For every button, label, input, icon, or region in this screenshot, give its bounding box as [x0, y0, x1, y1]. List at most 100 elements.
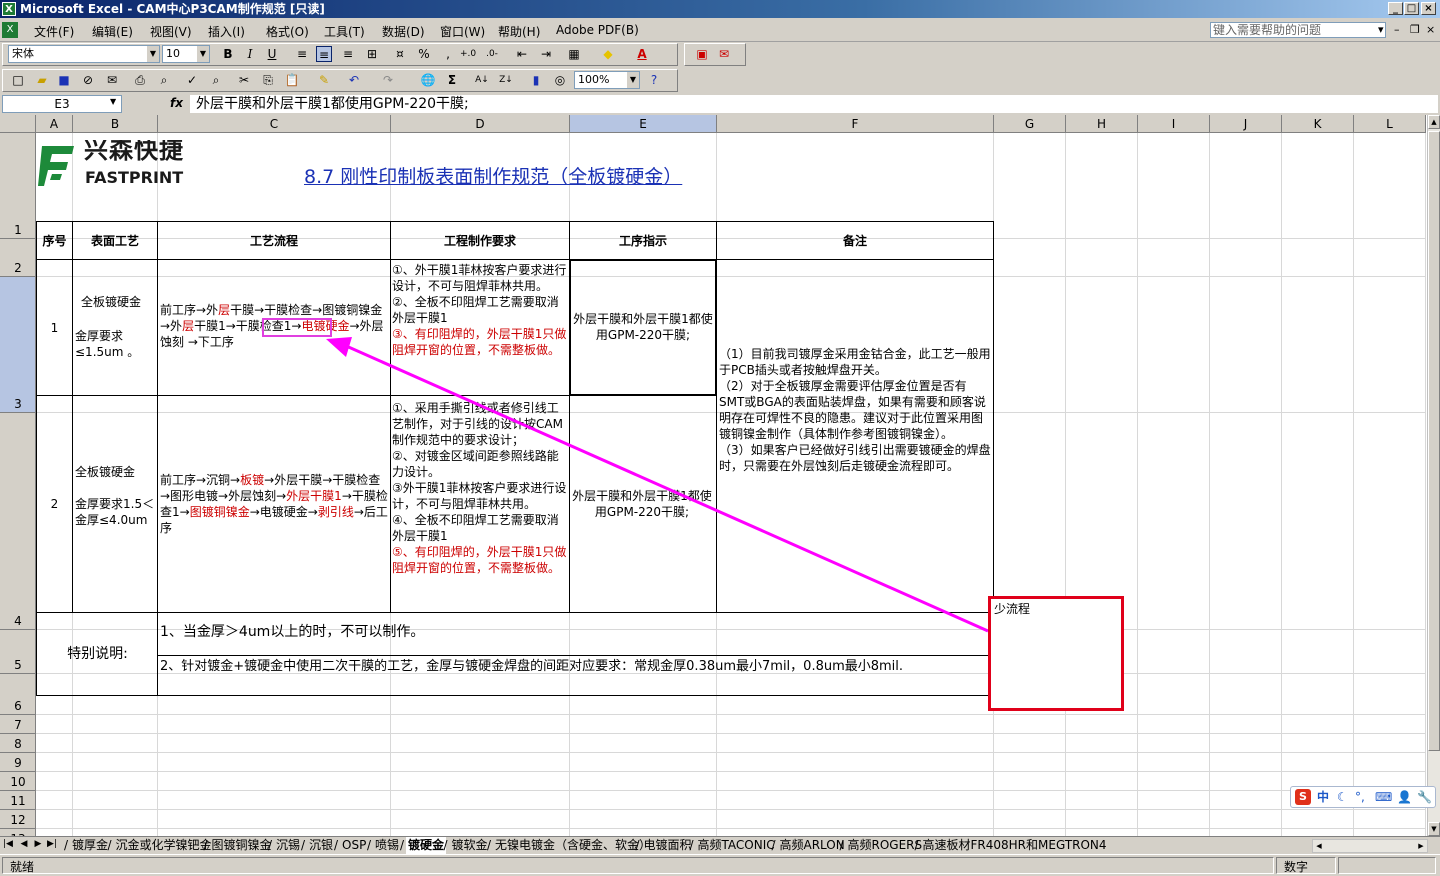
menu-help[interactable]: 帮助(H) — [498, 23, 540, 40]
menu-window[interactable]: 窗口(W) — [440, 23, 485, 40]
mdi-minimize-button[interactable]: – — [1394, 23, 1400, 36]
font-color-icon[interactable]: A — [634, 46, 650, 62]
mdi-close-button[interactable]: × — [1426, 23, 1435, 36]
font-name-dropdown-icon[interactable]: ▼ — [147, 46, 159, 62]
name-box[interactable]: E3 — [2, 95, 122, 113]
email-icon[interactable]: ✉ — [104, 72, 120, 88]
sheet-tab[interactable]: 高速板材FR408HR和MEGTRON4 — [921, 837, 1109, 854]
print-icon[interactable]: ⎙ — [132, 72, 148, 88]
help-icon[interactable]: ? — [646, 72, 662, 88]
sheet-tab[interactable]: 图镀铜镍金 — [210, 837, 274, 854]
autosum-icon[interactable]: Σ — [444, 72, 460, 88]
sheet-tab[interactable]: 无镍电镀金（含硬金、软金） — [493, 837, 653, 854]
align-right-icon[interactable]: ≡ — [340, 46, 356, 62]
sheet-tab[interactable]: 镀软金 — [450, 837, 490, 854]
sheet-tab[interactable]: 镀厚金 — [70, 837, 110, 854]
bold-icon[interactable]: B — [220, 46, 236, 62]
decrease-indent-icon[interactable]: ⇤ — [514, 46, 530, 62]
hyperlink-icon[interactable]: 🌐 — [420, 72, 436, 88]
menu-file[interactable]: 文件(F) — [34, 23, 74, 40]
paste-icon[interactable]: 📋 — [284, 72, 300, 88]
sheet-tab[interactable]: 沉锡 — [274, 837, 302, 854]
cut-icon[interactable]: ✂ — [236, 72, 252, 88]
moon-icon[interactable]: ☾ — [1337, 787, 1348, 807]
align-center-icon[interactable]: ≡ — [316, 46, 332, 62]
print-preview-icon[interactable]: ⌕ — [156, 72, 172, 88]
spelling-icon[interactable]: ✓ — [184, 72, 200, 88]
scroll-down-icon[interactable]: ▼ — [1428, 822, 1440, 836]
sheet-tab[interactable]: 沉金或化学镍钯金 — [114, 837, 214, 854]
horizontal-scrollbar[interactable]: ◀ ▶ — [1312, 839, 1428, 853]
menu-data[interactable]: 数据(D) — [382, 23, 425, 40]
name-box-dropdown-icon[interactable]: ▼ — [110, 97, 116, 106]
new-icon[interactable]: □ — [10, 72, 26, 88]
wrench-icon[interactable]: 🔧 — [1417, 787, 1432, 807]
italic-icon[interactable]: I — [242, 46, 258, 62]
keyboard-icon[interactable]: ⌨ — [1375, 787, 1392, 807]
menu-adobe-pdf[interactable]: Adobe PDF(B) — [556, 23, 639, 37]
increase-indent-icon[interactable]: ⇥ — [538, 46, 554, 62]
increase-decimal-icon[interactable]: +.0 — [460, 46, 476, 62]
menu-insert[interactable]: 插入(I) — [208, 23, 245, 40]
permission-icon[interactable]: ⊘ — [80, 72, 96, 88]
vertical-scrollbar[interactable]: ▲ ▼ — [1427, 115, 1440, 836]
pdf-email-icon[interactable]: ✉ — [716, 46, 732, 62]
currency-icon[interactable]: ¤ — [392, 46, 408, 62]
zoom-select[interactable]: 100% ▼ — [574, 71, 640, 89]
ime-toolbar[interactable]: S 中 ☾ °, ⌨ 👤 🔧 — [1290, 786, 1436, 808]
open-icon[interactable]: ▰ — [34, 72, 50, 88]
copy-icon[interactable]: ⎘ — [260, 72, 276, 88]
chart-wizard-icon[interactable]: ▮ — [528, 72, 544, 88]
punctuation-icon[interactable]: °, — [1355, 787, 1365, 807]
help-search-input[interactable]: 键入需要帮助的问题 — [1210, 22, 1386, 38]
ime-mode-label[interactable]: 中 — [1317, 787, 1329, 807]
scroll-thumb[interactable] — [1428, 131, 1440, 751]
redo-icon[interactable]: ↷ — [380, 72, 396, 88]
menu-format[interactable]: 格式(O) — [266, 23, 309, 40]
font-size-dropdown-icon[interactable]: ▼ — [197, 46, 209, 62]
scroll-left-icon[interactable]: ◀ — [1313, 840, 1325, 852]
scroll-up-icon[interactable]: ▲ — [1428, 115, 1440, 129]
sheet-tab[interactable]: 高频TACONIC — [696, 837, 777, 854]
borders-icon[interactable]: ▦ — [566, 46, 582, 62]
zoom-dropdown-icon[interactable]: ▼ — [627, 72, 639, 88]
merge-center-icon[interactable]: ⊞ — [364, 46, 380, 62]
sogou-icon[interactable]: S — [1295, 789, 1311, 805]
menu-view[interactable]: 视图(V) — [150, 23, 192, 40]
undo-icon[interactable]: ↶ — [346, 72, 362, 88]
decrease-decimal-icon[interactable]: .0- — [484, 46, 500, 62]
comma-style-icon[interactable]: , — [440, 46, 456, 62]
first-sheet-icon[interactable]: |◀ — [2, 839, 14, 849]
annotation-comment-box[interactable]: 少流程 — [988, 596, 1124, 711]
mdi-dropdown-icon[interactable]: ▾ — [1378, 23, 1384, 36]
pdf-convert-icon[interactable]: ▣ — [694, 46, 710, 62]
formula-input[interactable]: 外层干膜和外层干膜1都使用GPM-220干膜; — [190, 95, 1438, 113]
minimize-button[interactable]: _ — [1388, 2, 1403, 15]
research-icon[interactable]: ⌕ — [208, 72, 224, 88]
fx-icon[interactable]: fx — [170, 96, 183, 110]
close-button[interactable]: × — [1421, 2, 1436, 15]
last-sheet-icon[interactable]: ▶| — [46, 839, 58, 849]
format-painter-icon[interactable]: ✎ — [316, 72, 332, 88]
fill-color-icon[interactable]: ◆ — [600, 46, 616, 62]
excel-app-icon[interactable]: X — [2, 2, 16, 16]
sheet-tab[interactable]: 高频ARLON — [778, 837, 847, 854]
maximize-button[interactable]: □ — [1404, 2, 1419, 15]
sort-ascending-icon[interactable]: A↓ — [474, 72, 490, 88]
sheet-tab[interactable]: 电镀面积 — [642, 837, 694, 854]
sheet-tab[interactable]: 喷锡 — [373, 837, 401, 854]
worksheet-grid[interactable]: ABCDEFGHIJKL 12345678910111213 兴森快捷 FAST… — [0, 115, 1427, 836]
sheet-tab[interactable]: 沉银 — [307, 837, 335, 854]
font-size-select[interactable]: 10 ▼ — [162, 45, 210, 63]
workbook-icon[interactable]: X — [2, 22, 18, 38]
save-icon[interactable]: ■ — [56, 72, 72, 88]
next-sheet-icon[interactable]: ▶ — [32, 839, 44, 849]
prev-sheet-icon[interactable]: ◀ — [18, 839, 30, 849]
font-name-select[interactable]: 宋体 ▼ — [8, 45, 160, 63]
user-icon[interactable]: 👤 — [1397, 787, 1412, 807]
menu-tools[interactable]: 工具(T) — [324, 23, 365, 40]
mdi-restore-button[interactable]: ❐ — [1410, 23, 1420, 36]
sort-descending-icon[interactable]: Z↓ — [498, 72, 514, 88]
align-left-icon[interactable]: ≡ — [294, 46, 310, 62]
menu-edit[interactable]: 编辑(E) — [92, 23, 133, 40]
